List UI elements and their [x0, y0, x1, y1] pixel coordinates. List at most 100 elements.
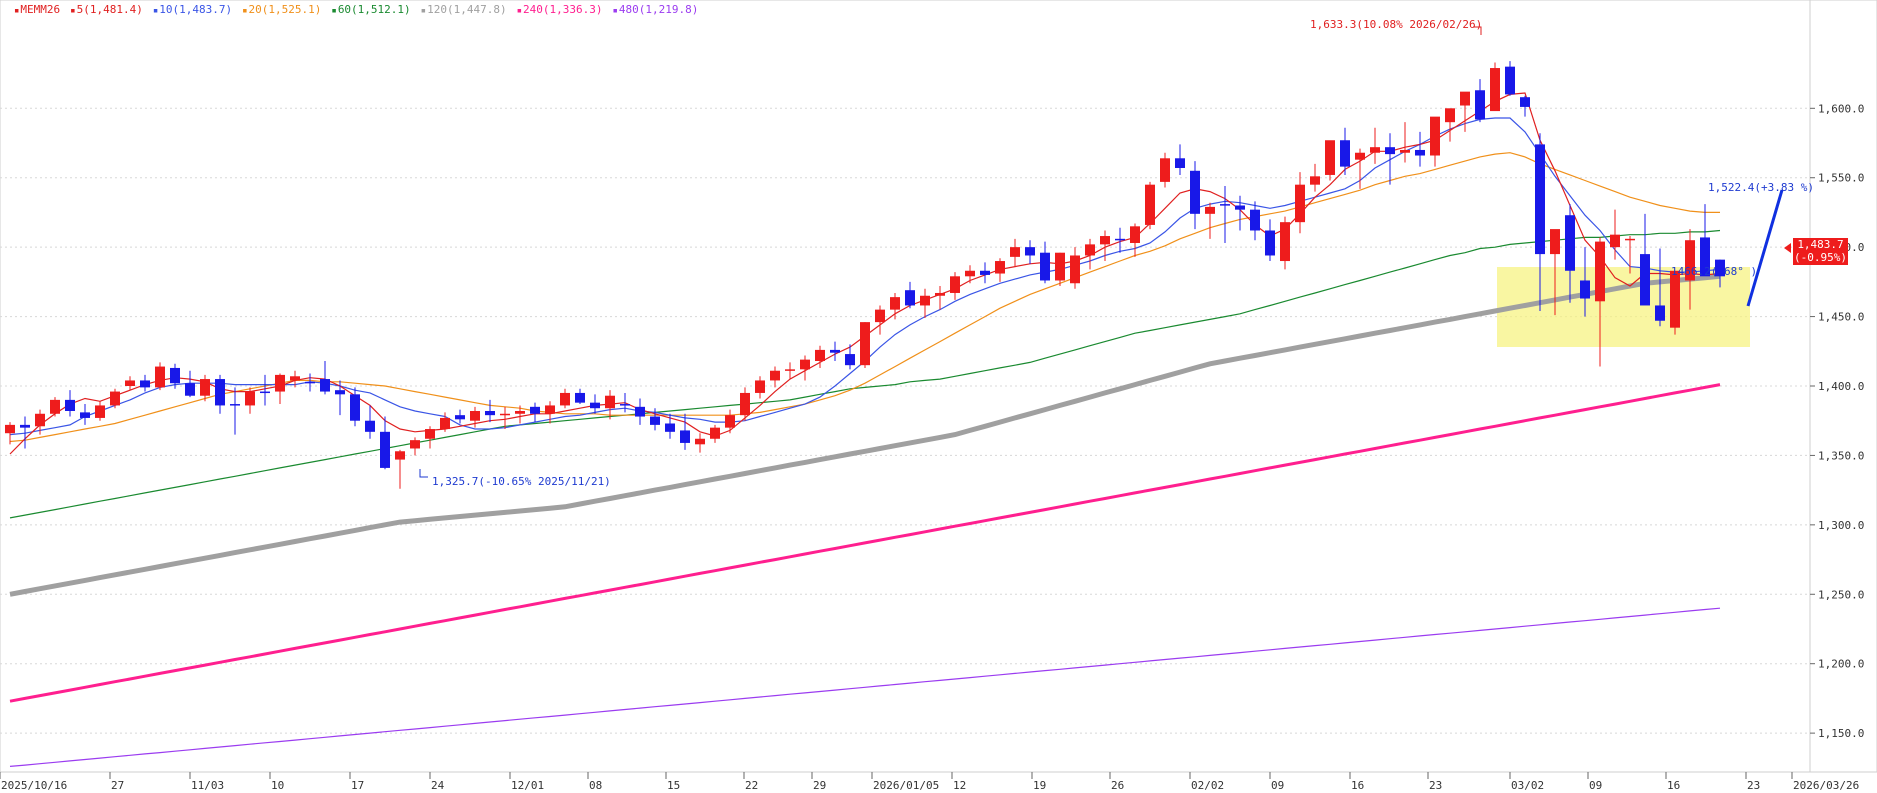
x-tick-label: 12/01 — [511, 779, 544, 792]
candle-body — [965, 270, 975, 277]
target-annotation: 1,522.4(+3.83 %) — [1708, 181, 1814, 194]
candle-body — [695, 438, 705, 445]
x-tick-label: 09 — [1271, 779, 1284, 792]
legend-item: ▪240(1,336.3) — [517, 3, 608, 16]
candle[interactable] — [50, 397, 60, 417]
candle-body — [65, 399, 75, 411]
candle[interactable] — [110, 388, 120, 409]
candle-body — [230, 404, 240, 406]
candle-body — [1055, 252, 1065, 281]
candle-body — [680, 430, 690, 443]
legend-marker: ▪ — [420, 6, 427, 16]
x-tick-label: 2026/03/26 — [1793, 779, 1859, 792]
x-tick-label: 16 — [1667, 779, 1680, 792]
x-tick-label: 27 — [111, 779, 124, 792]
x-tick-label: 2025/10/16 — [1, 779, 67, 792]
x-tick-label: 24 — [431, 779, 445, 792]
candle-body — [1355, 152, 1365, 160]
candle-body — [1115, 238, 1125, 241]
candle-body — [635, 406, 645, 417]
x-tick-label: 19 — [1033, 779, 1046, 792]
candle[interactable] — [1670, 270, 1680, 335]
candle-body — [200, 379, 210, 396]
candle-body — [980, 270, 990, 275]
candle-body — [320, 379, 330, 392]
candle-body — [1325, 140, 1335, 175]
candle-body — [1370, 147, 1380, 153]
legend-label: MEMM26 — [20, 3, 61, 16]
candle-body — [365, 420, 375, 432]
candle-body — [545, 405, 555, 414]
x-tick-label: 10 — [271, 779, 284, 792]
price-box-arrow — [1784, 243, 1791, 253]
candle-body — [140, 380, 150, 388]
price-chart[interactable]: 1,600.01,550.01,500.01,450.01,400.01,350… — [0, 0, 1877, 793]
legend-item: ▪5(1,481.4) — [70, 3, 148, 16]
high-annotation: 1,633.3(10.08% 2026/02/26) — [1310, 18, 1482, 31]
candle-body — [245, 391, 255, 406]
candle-body — [1385, 147, 1395, 155]
x-axis-ticks: 2025/10/16 27 11/03 10 17 24 12/01 08 15 22 29 2026… — [0, 772, 1859, 792]
candle-body — [395, 451, 405, 460]
candle[interactable] — [1145, 181, 1155, 230]
candle[interactable] — [1325, 140, 1335, 181]
x-tick-label: 09 — [1589, 779, 1602, 792]
candle-body — [155, 366, 165, 388]
candle[interactable] — [860, 322, 870, 368]
candle-body — [1670, 270, 1680, 328]
candle-body — [905, 290, 915, 306]
candle-body — [1505, 66, 1515, 95]
candle[interactable] — [155, 362, 165, 391]
candle-body — [110, 391, 120, 406]
legend-marker: ▪ — [14, 6, 20, 16]
candle-body — [1445, 108, 1455, 123]
candle-body — [1610, 234, 1620, 248]
candle-body — [950, 276, 960, 293]
candle-body — [50, 399, 60, 414]
current-price: 1,483.7 — [1797, 238, 1844, 251]
candle-body — [440, 417, 450, 430]
legend-label: 10(1,483.7) — [159, 3, 233, 16]
legend-marker: ▪ — [70, 6, 76, 16]
candle-body — [740, 392, 750, 416]
legend-item: ▪480(1,219.8) — [612, 3, 703, 16]
candle-body — [665, 423, 675, 432]
candle-body — [890, 297, 900, 310]
candle-body — [830, 349, 840, 353]
candle-body — [1595, 241, 1605, 302]
candle-body — [575, 392, 585, 403]
candle-body — [815, 349, 825, 362]
candle-body — [1550, 229, 1560, 255]
candle-body — [1040, 252, 1050, 281]
x-tick-label: 08 — [589, 779, 602, 792]
candle-body — [410, 440, 420, 449]
legend-marker: ▪ — [242, 6, 248, 16]
legend-label: 60(1,512.1) — [337, 3, 411, 16]
candle-body — [1280, 222, 1290, 262]
candle-body — [935, 292, 945, 296]
candle-body — [215, 379, 225, 406]
candle-body — [1625, 238, 1635, 241]
candle[interactable] — [1490, 62, 1500, 112]
candle-body — [920, 295, 930, 306]
x-tick-label: 23 — [1429, 779, 1442, 792]
legend-marker: ▪ — [152, 6, 159, 16]
candle-body — [1310, 176, 1320, 185]
candle-body — [455, 415, 465, 420]
x-tick-label: 02/02 — [1191, 779, 1224, 792]
legend-label: 5(1,481.4) — [76, 3, 143, 16]
candle-body — [1265, 230, 1275, 256]
candle-body — [1340, 140, 1350, 167]
candle-body — [515, 410, 525, 414]
candle-body — [1655, 305, 1665, 321]
candle-body — [1460, 91, 1470, 106]
y-tick-label: 1,450.0 — [1818, 311, 1864, 324]
candle-body — [1490, 68, 1500, 112]
candle-body — [1400, 149, 1410, 153]
candle-body — [95, 405, 105, 418]
candle-body — [755, 380, 765, 393]
candle-body — [1415, 149, 1425, 156]
candle-body — [1475, 90, 1485, 120]
candle-body — [1565, 215, 1575, 271]
candle-body — [995, 261, 1005, 274]
